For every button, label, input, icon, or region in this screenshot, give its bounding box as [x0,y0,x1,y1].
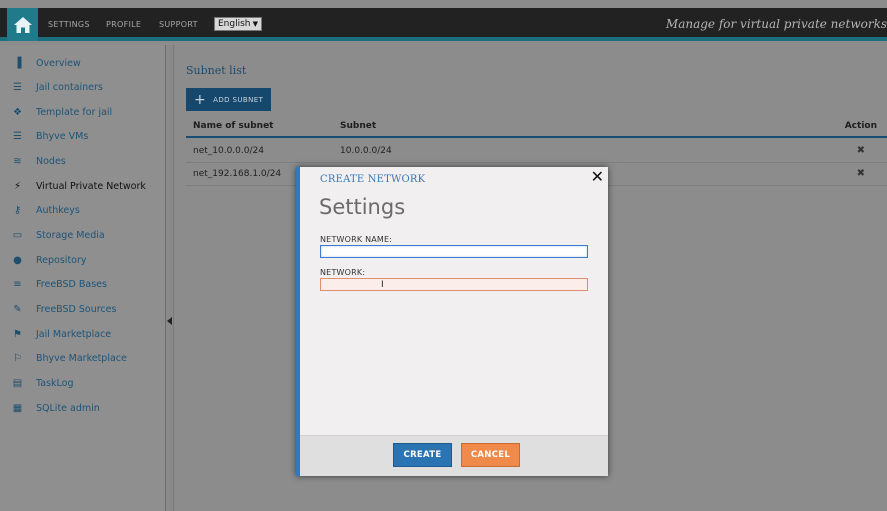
dropdown-arrow-icon: ▼ [252,20,258,28]
sidebar-item-label: Nodes [36,155,66,167]
create-network-dialog: CREATE NETWORK ✕ Settings NETWORK NAME: … [296,167,608,476]
sidebar-item-label: Jail Marketplace [36,328,112,340]
globe-icon: ● [13,254,22,266]
language-select-value: English [218,19,251,29]
network-input[interactable] [320,278,588,291]
terminal-icon: ▤ [12,377,23,389]
sidebar-item-label: Storage Media [36,229,105,241]
cancel-button[interactable]: CANCEL [461,443,520,467]
delete-icon[interactable]: ✖ [857,168,865,179]
sidebar-item-nodes[interactable]: ≋ Nodes [0,151,166,171]
edit-icon: ✎ [13,303,22,315]
sidebar: ▐ Overview ☰ Jail containers ❖ Template … [0,45,166,511]
sidebar-collapse-handle[interactable] [166,45,174,511]
sidebar-item-label: TaskLog [36,377,74,389]
add-subnet-button[interactable]: + ADD SUBNET [186,88,271,111]
sidebar-item-jail-marketplace[interactable]: ⚑ Jail Marketplace [0,324,166,344]
sidebar-item-label: Overview [36,57,81,69]
subnet-name-cell: net_192.168.1.0/24 [193,169,282,179]
nav-profile[interactable]: PROFILE [106,8,141,41]
bar-chart-icon: ▐ [13,57,22,69]
sidebar-item-authkeys[interactable]: ⚷ Authkeys [0,200,166,220]
create-button[interactable]: CREATE [393,443,452,467]
page-tagline: Manage for virtual private networks [665,17,887,31]
sidebar-item-label: Bhyve VMs [36,130,89,142]
subnet-cell: 10.0.0.0/24 [340,146,392,156]
table-header: Name of subnet Subnet Action [186,118,887,138]
dialog-title: Settings [319,195,406,219]
language-select[interactable]: English ▼ [214,17,262,31]
sidebar-item-storage-media[interactable]: ▭ Storage Media [0,225,166,245]
network-name-input[interactable] [320,245,588,258]
flag-icon: ⚑ [13,328,22,340]
sidebar-item-label: Jail containers [36,81,103,93]
sidebar-item-label: FreeBSD Sources [36,303,117,315]
column-header-action: Action [844,121,877,131]
table-icon: ▦ [12,402,23,414]
home-icon [13,16,32,33]
home-button[interactable] [7,8,38,41]
sidebar-item-template-for-jail[interactable]: ❖ Template for jail [0,102,166,122]
column-header-name[interactable]: Name of subnet [193,121,273,131]
plug-icon: ⚡ [13,180,22,192]
sidebar-item-label: FreeBSD Bases [36,278,107,290]
cubes-icon: ❖ [13,106,22,118]
column-header-subnet[interactable]: Subnet [340,121,376,131]
sidebar-item-label: Repository [36,254,87,266]
sidebar-item-sqlite-admin[interactable]: ▦ SQLite admin [0,398,166,418]
layers-icon: ≋ [13,155,22,167]
text-cursor-icon: I [381,280,384,290]
sidebar-item-label: Template for jail [36,106,113,118]
table-row[interactable]: net_10.0.0.0/24 10.0.0.0/24 ✖ [186,140,887,163]
list-icon: ☰ [13,130,22,142]
nav-support[interactable]: SUPPORT [159,8,198,41]
sidebar-item-label: Authkeys [36,204,80,216]
collapse-arrow-icon [167,317,172,325]
sidebar-item-freebsd-bases[interactable]: ≡ FreeBSD Bases [0,274,166,294]
nav-settings[interactable]: SETTINGS [48,8,90,41]
sidebar-item-label: SQLite admin [36,402,100,414]
drive-icon: ▭ [12,229,23,241]
network-label: NETWORK: [320,268,366,277]
add-subnet-label: ADD SUBNET [213,95,264,104]
flag-icon: ⚐ [13,352,22,364]
database-icon: ≡ [13,278,22,290]
sidebar-item-virtual-private-network[interactable]: ⚡ Virtual Private Network [0,176,166,196]
key-icon: ⚷ [13,204,22,216]
dialog-kicker: CREATE NETWORK [320,174,426,185]
sidebar-item-bhyve-vms[interactable]: ☰ Bhyve VMs [0,126,166,146]
plus-icon: + [194,91,207,108]
close-icon[interactable]: ✕ [591,167,604,186]
sidebar-item-repository[interactable]: ● Repository [0,250,166,270]
sidebar-item-overview[interactable]: ▐ Overview [0,53,166,73]
network-name-label: NETWORK NAME: [320,235,393,244]
sidebar-item-label: Virtual Private Network [36,180,146,192]
sidebar-item-label: Bhyve Marketplace [36,352,127,364]
page-title: Subnet list [186,64,247,77]
sidebar-item-freebsd-sources[interactable]: ✎ FreeBSD Sources [0,299,166,319]
subnet-name-cell: net_10.0.0.0/24 [193,146,264,156]
sidebar-item-bhyve-marketplace[interactable]: ⚐ Bhyve Marketplace [0,348,166,368]
top-bar: SETTINGS PROFILE SUPPORT English ▼ Manag… [0,8,887,41]
delete-icon[interactable]: ✖ [857,145,865,156]
list-icon: ☰ [13,81,22,93]
sidebar-item-tasklog[interactable]: ▤ TaskLog [0,373,166,393]
sidebar-item-jail-containers[interactable]: ☰ Jail containers [0,77,166,97]
dialog-footer: CREATE CANCEL [300,435,608,476]
